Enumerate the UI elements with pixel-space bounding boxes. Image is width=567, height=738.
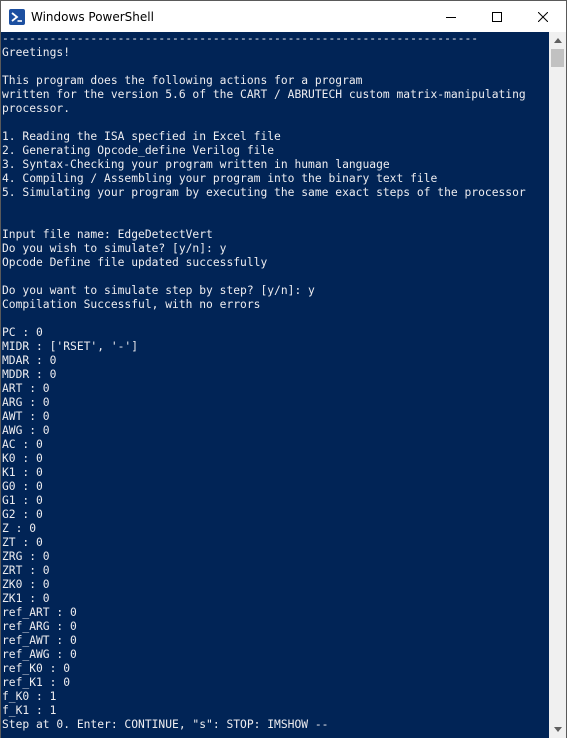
console-line: Do you want to simulate step by step? [y… [2,284,315,297]
console-line: Greetings! [2,46,71,59]
console-line: G1 : 0 [2,494,43,507]
console-line: MDAR : 0 [2,354,57,367]
console-line: Z : 0 [2,522,37,535]
console-line: ref_K0 : 0 [2,662,71,675]
console-line: AWT : 0 [2,410,50,423]
console-line: MIDR : ['RSET', '-'] [2,340,139,353]
console-line: Step at 0. Enter: CONTINUE, "s": STOP: I… [2,718,329,731]
console-line: K0 : 0 [2,452,43,465]
console-line: ZT : 0 [2,536,43,549]
powershell-icon [9,8,25,25]
scroll-up-button[interactable] [549,32,566,49]
minimize-icon [446,16,456,18]
console-line: ZRT : 0 [2,564,50,577]
console-line: ----------------------------------------… [2,32,479,45]
vertical-scrollbar[interactable] [549,32,566,738]
console-line: 1. Reading the ISA specfied in Excel fil… [2,130,281,143]
window-title: Windows PowerShell [31,9,154,24]
console-output[interactable]: ----------------------------------------… [1,32,550,738]
console-line: f_K0 : 1 [2,690,57,703]
console-line: 5. Simulating your program by executing … [2,186,526,199]
console-line: f_K1 : 1 [2,704,57,717]
console-line: Do you wish to simulate? [y/n]: y [2,242,227,255]
console-line: processor. [2,102,71,115]
scroll-down-arrow-icon [553,727,562,732]
console-line: ZRG : 0 [2,550,50,563]
console-line: ART : 0 [2,382,50,395]
console-line: K1 : 0 [2,466,43,479]
console-line: This program does the following actions … [2,74,363,87]
console-line: AC : 0 [2,438,43,451]
title-bar[interactable]: Windows PowerShell [1,1,566,32]
console-line: G2 : 0 [2,508,43,521]
console-line: ref_ARG : 0 [2,620,77,633]
console-line: ARG : 0 [2,396,50,409]
powershell-window: Windows PowerShell ---------------------… [0,0,567,738]
console-line: ref_AWG : 0 [2,648,77,661]
console-line: Input file name: EdgeDetectVert [2,228,213,241]
console-line: written for the version 5.6 of the CART … [2,88,526,101]
console-line: Compilation Successful, with no errors [2,298,261,311]
console-line: MDDR : 0 [2,368,57,381]
console-line: 4. Compiling / Assembling your program i… [2,172,438,185]
window-controls [428,1,566,32]
close-button[interactable] [520,1,566,32]
console-line: G0 : 0 [2,480,43,493]
scrollbar-thumb[interactable] [551,49,564,67]
scroll-up-arrow-icon [553,38,562,43]
maximize-icon [492,11,502,22]
minimize-button[interactable] [428,1,474,32]
console-line: PC : 0 [2,326,43,339]
close-icon [538,11,548,22]
maximize-button[interactable] [474,1,520,32]
console-line: 3. Syntax-Checking your program written … [2,158,390,171]
console-line: AWG : 0 [2,424,50,437]
console-line: ref_AWT : 0 [2,634,77,647]
console-line: ZK1 : 0 [2,592,50,605]
console-line: ref_ART : 0 [2,606,77,619]
console-line: ZK0 : 0 [2,578,50,591]
scroll-down-button[interactable] [549,721,566,738]
console-line: ref_K1 : 0 [2,676,71,689]
console-line: 2. Generating Opcode_define Verilog file [2,144,275,157]
console-line: Opcode Define file updated successfully [2,256,268,269]
